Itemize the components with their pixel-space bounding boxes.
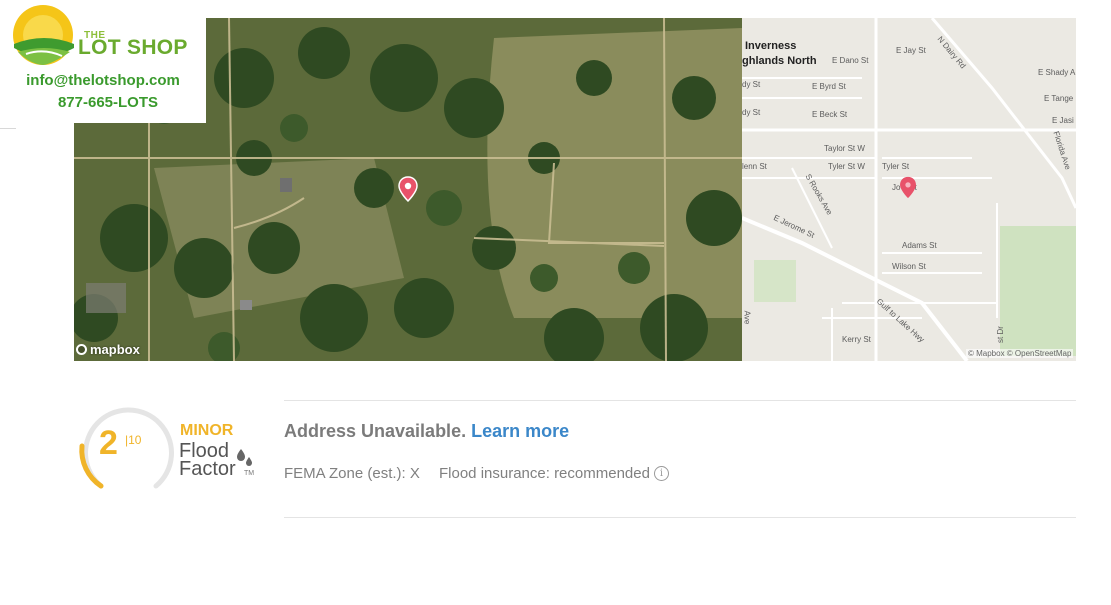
street-label: E Jay St <box>896 46 926 55</box>
map-pin-icon[interactable] <box>899 176 917 199</box>
contact-email[interactable]: info@thelotshop.com <box>0 72 206 89</box>
street-label: dy St <box>742 108 761 117</box>
street-label: E Dano St <box>832 56 869 65</box>
street-label: E Beck St <box>812 110 848 119</box>
street-label: lenn St <box>742 162 767 171</box>
place-highlands-north: ghlands North <box>742 55 817 67</box>
trademark-mark: TM <box>244 470 255 477</box>
info-icon[interactable]: i <box>653 466 669 481</box>
left-rule <box>0 128 16 129</box>
flood-factor-brand-line2: Factor <box>179 458 236 480</box>
street-label: Kerry St <box>842 335 871 344</box>
street-label: Ave <box>742 310 752 325</box>
street-label: Tyler St <box>882 162 910 171</box>
logo-name: LOT SHOP <box>78 36 188 59</box>
street-label: E Shady A <box>1038 68 1076 77</box>
map-attribution[interactable]: © Mapbox © OpenStreetMap <box>966 349 1074 358</box>
flood-score-scale: |10 <box>125 433 142 447</box>
address-unavailable-text: Address Unavailable. <box>284 421 467 441</box>
address-status: Address Unavailable. Learn more <box>284 421 569 442</box>
contact-phone[interactable]: 877-665-LOTS <box>0 94 216 111</box>
flood-score: 2 <box>99 424 118 462</box>
place-inverness: Inverness <box>745 40 797 52</box>
flood-score-gauge <box>79 407 174 489</box>
flood-insurance-text: Flood insurance: recommended <box>439 465 650 482</box>
street-map[interactable]: Inverness ghlands North E Jay St N Dairy… <box>742 18 1076 361</box>
street-label: Taylor St W <box>824 144 865 153</box>
logo-badge: THE LOT SHOP info@thelotshop.com 877-665… <box>0 0 206 123</box>
street-label: E Byrd St <box>812 82 846 91</box>
flood-insurance: Flood insurance: recommended i <box>439 465 669 482</box>
street-label: E Jasi <box>1052 116 1074 125</box>
divider-top <box>284 400 1076 401</box>
map-pin-icon[interactable] <box>398 176 418 202</box>
divider-bottom <box>284 517 1076 518</box>
street-label: E Tange <box>1044 94 1074 103</box>
flood-risk-level: MINOR <box>180 422 234 439</box>
fema-zone: FEMA Zone (est.): X <box>284 465 420 482</box>
sun-field-logo-icon <box>13 5 74 65</box>
water-drops-icon <box>237 449 252 466</box>
street-label: Tyler St W <box>828 162 865 171</box>
mapbox-icon <box>76 344 87 355</box>
street-label: dy St <box>742 80 761 89</box>
mapbox-logo[interactable]: mapbox <box>76 342 140 357</box>
street-label: st Dr <box>995 326 1005 343</box>
street-label: Adams St <box>902 241 937 250</box>
learn-more-link[interactable]: Learn more <box>471 421 569 441</box>
street-label: Wilson St <box>892 262 926 271</box>
mapbox-logo-label: mapbox <box>90 342 140 357</box>
